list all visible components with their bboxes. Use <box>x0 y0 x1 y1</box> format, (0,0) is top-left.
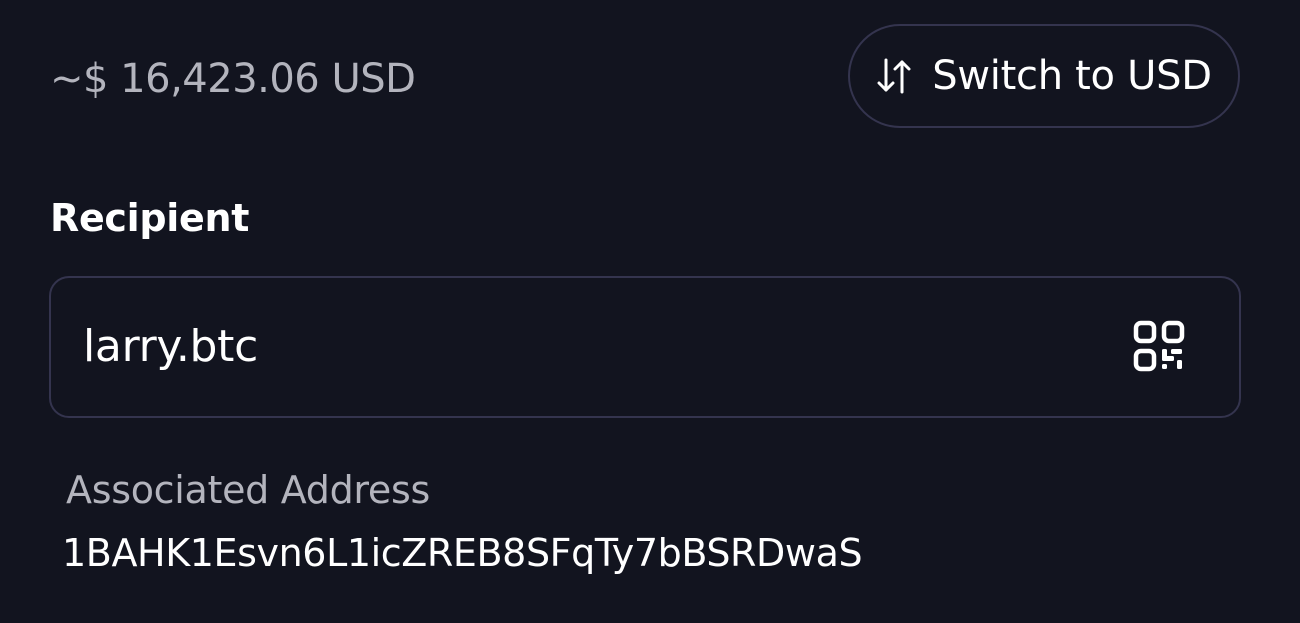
usd-estimate: ~$ 16,423.06 USD <box>50 56 416 102</box>
send-form: ~$ 16,423.06 USD Switch to USD Recipient <box>0 0 1300 623</box>
recipient-label: Recipient <box>50 196 250 240</box>
recipient-field[interactable] <box>49 276 1241 418</box>
recipient-input[interactable] <box>83 316 1083 378</box>
switch-currency-button[interactable]: Switch to USD <box>848 24 1240 128</box>
associated-address-value: 1BAHK1Esvn6L1icZREB8SFqTy7bBSRDwaS <box>62 531 863 575</box>
scan-qr-button[interactable] <box>1129 318 1189 378</box>
qr-code-icon <box>1133 320 1185 376</box>
switch-button-label: Switch to USD <box>932 53 1212 99</box>
associated-address-label: Associated Address <box>66 468 430 512</box>
swap-vertical-icon <box>876 56 912 96</box>
